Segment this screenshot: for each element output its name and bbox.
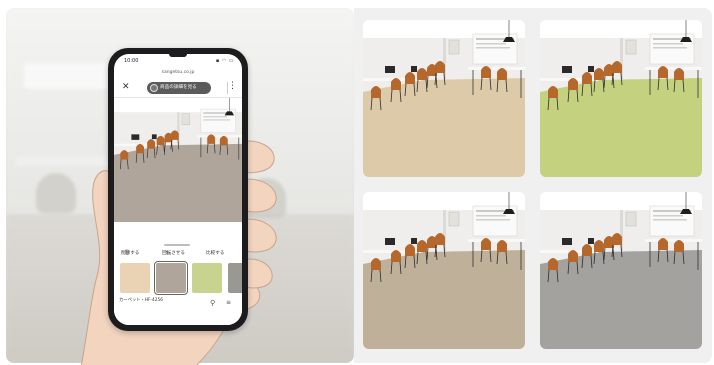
delete-button[interactable]: 削除する 🗑 (121, 250, 139, 256)
rotate-button[interactable]: 回転させる ↻ (162, 250, 185, 257)
bottom-sheet: 削除する 🗑 回転させる ↻ 比較する カーペット・HF-4256 ⚲ ≡ (114, 241, 242, 325)
room-variant-card-taupe[interactable] (363, 192, 525, 349)
search-icon[interactable]: ⚲ (210, 299, 215, 307)
trash-icon: 🗑 (124, 250, 131, 256)
rotate-icon: ↻ (165, 250, 171, 257)
sheet-handle[interactable] (164, 244, 190, 246)
swatch-strip (120, 261, 242, 295)
smartphone: 10:00 ▪ ◠ ▭ sangetsu.co.jp ✕ 商品の詳細を見る ⋮ … (108, 48, 248, 331)
status-bar: 10:00 ▪ ◠ ▭ (114, 54, 242, 68)
swatch-taupe[interactable] (154, 261, 188, 295)
room-illustration (540, 192, 702, 349)
action-row: 削除する 🗑 回転させる ↻ 比較する (114, 250, 242, 260)
menu-icon[interactable]: ≡ (226, 299, 231, 306)
close-icon[interactable]: ✕ (122, 82, 130, 92)
url-text[interactable]: sangetsu.co.jp (114, 68, 242, 78)
swatch-beige[interactable] (120, 263, 150, 293)
status-time: 10:00 (124, 58, 139, 64)
signal-battery-icons: ▪ ◠ ▭ (215, 58, 234, 64)
more-icon[interactable]: ⋮ (228, 81, 237, 91)
room-illustration (114, 98, 242, 223)
view-details-label: 商品の詳細を見る (160, 85, 197, 90)
compare-button[interactable]: 比較する (206, 250, 224, 256)
ui-root: 10:00 ▪ ◠ ▭ sangetsu.co.jp ✕ 商品の詳細を見る ⋮ … (0, 0, 714, 365)
room-variant-card-green[interactable] (540, 20, 702, 177)
room-variant-card-beige[interactable] (363, 20, 525, 177)
room-preview-photo (114, 98, 242, 241)
swatch-gray[interactable] (228, 263, 242, 293)
room-illustration (363, 20, 525, 177)
room-variant-card-gray[interactable] (540, 192, 702, 349)
product-code: カーペット・HF-4256 (119, 298, 163, 303)
app-toolbar: ✕ 商品の詳細を見る ⋮ (114, 79, 242, 98)
room-illustration (540, 20, 702, 177)
details-icon (150, 84, 158, 92)
view-details-button[interactable]: 商品の詳細を見る (147, 82, 211, 94)
swatch-green[interactable] (192, 263, 222, 293)
room-illustration (363, 192, 525, 349)
phone-screen: 10:00 ▪ ◠ ▭ sangetsu.co.jp ✕ 商品の詳細を見る ⋮ … (114, 54, 242, 325)
